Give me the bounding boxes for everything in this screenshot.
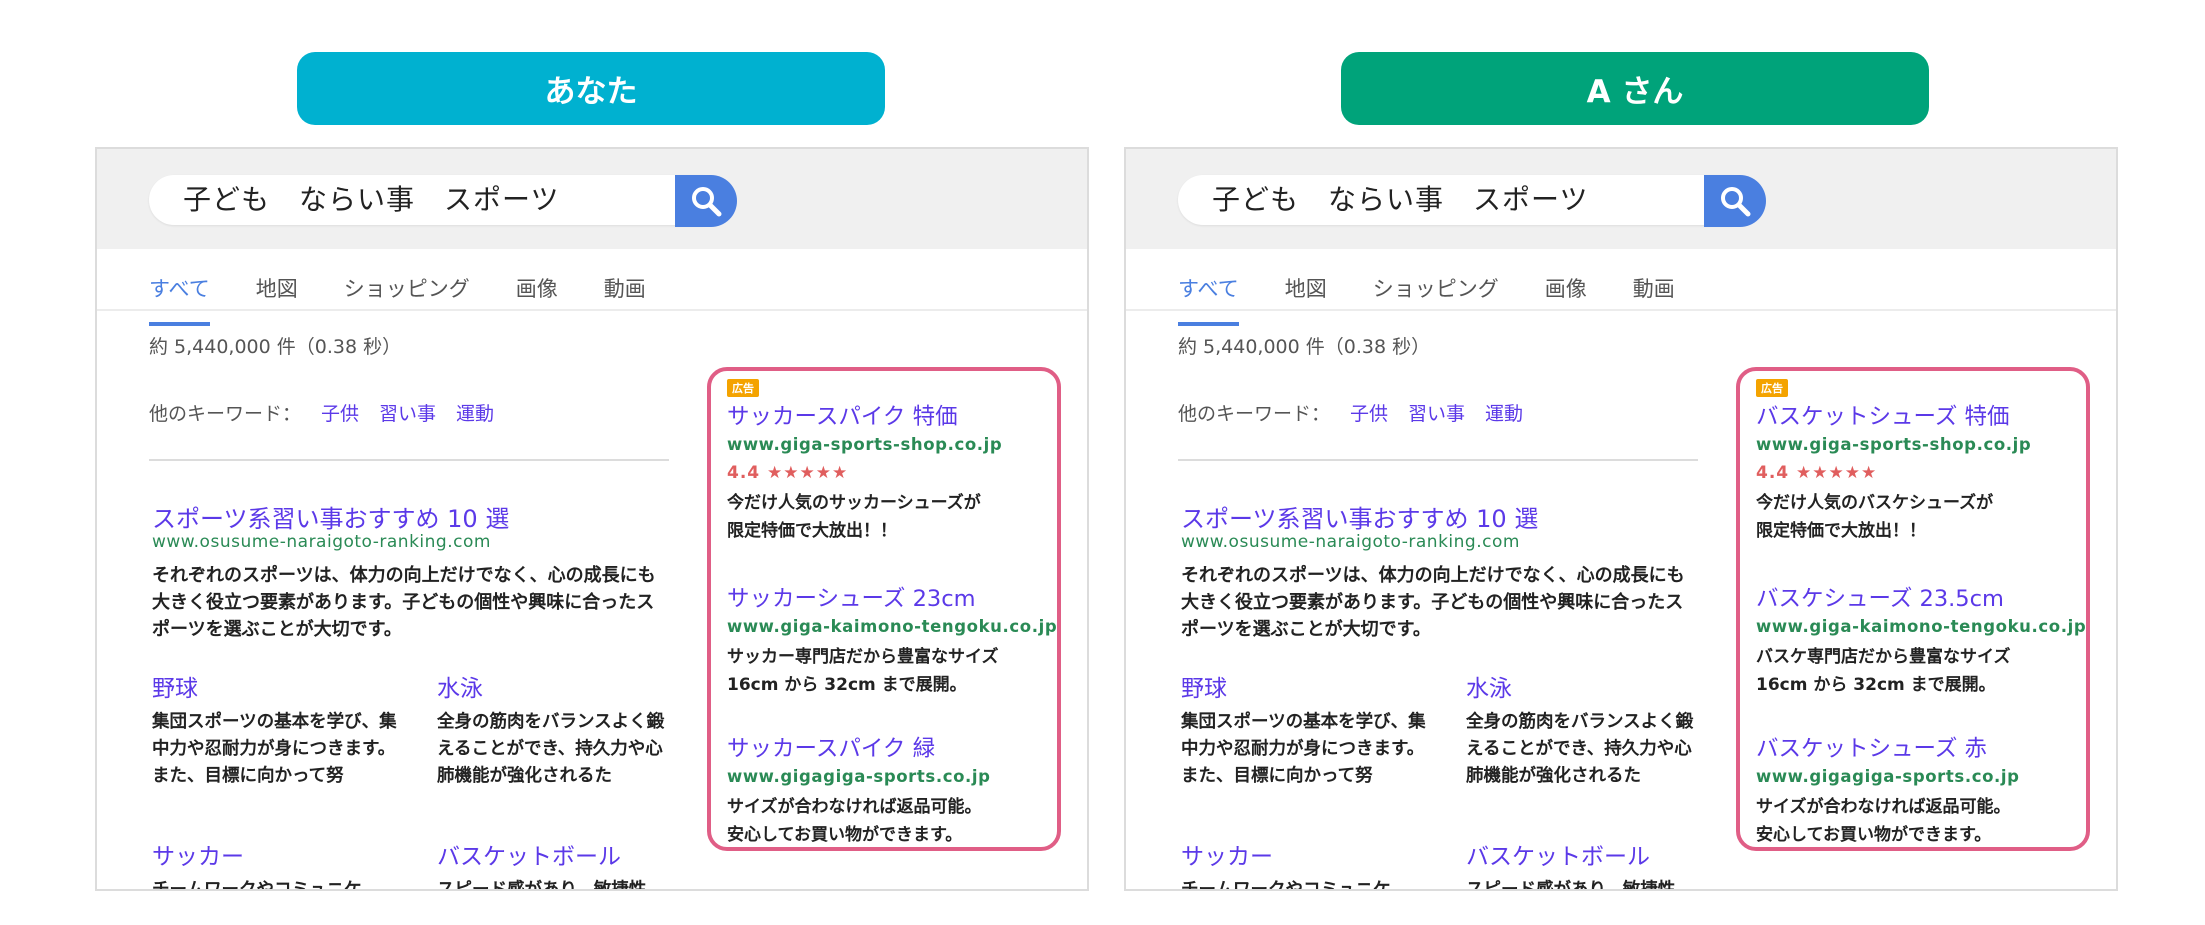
sub-result-title[interactable]: 水泳 [1466, 669, 1512, 703]
ad-desc-line: バスケ専門店だから豊富なサイズ [1756, 647, 2011, 667]
search-query: 子ども ならい事 スポーツ [1212, 183, 1589, 216]
result-url: www.osusume-naraigoto-ranking.com [152, 532, 491, 552]
search-page-you: 子ども ならい事 スポーツ すべて 地図 ショッピング 画像 動画 約 5,44… [95, 147, 1089, 891]
sub-result-snippet: スピード感があり、敏捷性 [437, 880, 647, 891]
sub-result-title[interactable]: 野球 [152, 669, 198, 703]
result-snippet: それぞれのスポーツは、体力の向上だけでなく、心の成長にも大きく役立つ要素がありま… [152, 565, 656, 640]
ad-desc-line: 今だけ人気のサッカーシューズが [727, 493, 981, 513]
keyword-link[interactable]: 運動 [456, 399, 494, 426]
ad-block: 広告 バスケットシューズ 特価 www.giga-sports-shop.co.… [1736, 367, 2090, 851]
tab-maps[interactable]: 地図 [1285, 264, 1327, 324]
search-tabs: すべて 地図 ショッピング 画像 動画 [1178, 264, 1721, 326]
ad-desc-line: 安心してお買い物ができます。 [1756, 825, 1992, 845]
search-header: 子ども ならい事 スポーツ [97, 149, 1087, 249]
ad-rating: 4.4 ★★★★★ [727, 463, 849, 483]
ad-desc-line: サッカー専門店だから豊富なサイズ [727, 647, 999, 667]
sub-result-title[interactable]: サッカー [1181, 837, 1273, 871]
sub-result-snippet: 全身の筋肉をバランスよく鍛えることができ、持久力や心肺機能が強化されるた [1466, 712, 1694, 786]
panel-label-a: A さん [1341, 52, 1929, 125]
sub-result-title[interactable]: 水泳 [437, 669, 483, 703]
ad-title-link[interactable]: サッカースパイク 特価 [727, 399, 958, 431]
search-tabs: すべて 地図 ショッピング 画像 動画 [149, 264, 692, 326]
ad-badge: 広告 [1756, 379, 1788, 397]
ad-rating: 4.4 ★★★★★ [1756, 463, 1878, 483]
sub-result-snippet: チームワークやコミュニケ [1181, 880, 1391, 891]
tab-images[interactable]: 画像 [1545, 264, 1587, 324]
ad-desc-line: 16cm から 32cm まで展開。 [1756, 675, 1996, 695]
result-title-link[interactable]: スポーツ系習い事おすすめ 10 選 [1181, 499, 1538, 534]
sub-result-title[interactable]: バスケットボール [437, 837, 621, 871]
ad-url: www.gigagiga-sports.co.jp [1756, 767, 2020, 786]
result-title-link[interactable]: スポーツ系習い事おすすめ 10 選 [152, 499, 509, 534]
sub-result-snippet: 集団スポーツの基本を学び、集中力や忍耐力が身につきます。また、目標に向かって努 [1181, 712, 1426, 786]
tab-videos[interactable]: 動画 [1633, 264, 1675, 324]
ad-desc-line: 16cm から 32cm まで展開。 [727, 675, 967, 695]
ad-desc-line: 今だけ人気のバスケシューズが [1756, 493, 1994, 513]
other-keywords: 他のキーワード： 子供 習い事 運動 [1178, 399, 1523, 426]
tab-shopping[interactable]: ショッピング [344, 264, 470, 324]
ad-title-link[interactable]: バスケットシューズ 赤 [1756, 731, 1987, 763]
result-count: 約 5,440,000 件（0.38 秒） [149, 336, 402, 358]
keyword-link[interactable]: 習い事 [379, 399, 436, 426]
ad-url: www.giga-kaimono-tengoku.co.jp [727, 617, 1058, 636]
ad-desc-line: 限定特価で大放出！！ [1756, 521, 1926, 541]
sub-result-title[interactable]: サッカー [152, 837, 244, 871]
other-keywords-label: 他のキーワード： [1178, 403, 1331, 425]
sub-result-snippet: 集団スポーツの基本を学び、集中力や忍耐力が身につきます。また、目標に向かって努 [152, 712, 397, 786]
divider [149, 459, 669, 461]
ad-desc-line: サイズが合わなければ返品可能。 [1756, 797, 2011, 817]
sub-result-title[interactable]: 野球 [1181, 669, 1227, 703]
result-url: www.osusume-naraigoto-ranking.com [1181, 532, 1520, 552]
ad-desc-line: 限定特価で大放出！！ [727, 521, 897, 541]
divider [1178, 459, 1698, 461]
tab-images[interactable]: 画像 [516, 264, 558, 324]
ad-badge: 広告 [727, 379, 759, 397]
panel-label-you: あなた [297, 52, 885, 125]
search-query: 子ども ならい事 スポーツ [183, 183, 560, 216]
ad-desc-line: 安心してお買い物ができます。 [727, 825, 963, 845]
search-button[interactable] [675, 175, 737, 227]
search-header: 子ども ならい事 スポーツ [1126, 149, 2116, 249]
ad-title-link[interactable]: サッカースパイク 緑 [727, 731, 935, 763]
ad-block: 広告 サッカースパイク 特価 www.giga-sports-shop.co.j… [707, 367, 1061, 851]
tab-maps[interactable]: 地図 [256, 264, 298, 324]
other-keywords: 他のキーワード： 子供 習い事 運動 [149, 399, 494, 426]
ad-url: www.giga-kaimono-tengoku.co.jp [1756, 617, 2087, 636]
tab-all[interactable]: すべて [149, 264, 210, 326]
search-icon [1721, 187, 1751, 217]
ad-title-link[interactable]: バスケシューズ 23.5cm [1756, 581, 2004, 613]
keyword-link[interactable]: 運動 [1485, 399, 1523, 426]
tab-all[interactable]: すべて [1178, 264, 1239, 326]
tabs-divider [97, 309, 1087, 311]
sub-result-title[interactable]: バスケットボール [1466, 837, 1650, 871]
ad-url: www.giga-sports-shop.co.jp [727, 435, 1003, 454]
result-snippet: それぞれのスポーツは、体力の向上だけでなく、心の成長にも大きく役立つ要素がありま… [1181, 565, 1685, 640]
ad-url: www.gigagiga-sports.co.jp [727, 767, 991, 786]
search-input[interactable]: 子ども ならい事 スポーツ [149, 175, 727, 225]
ad-desc-line: サイズが合わなければ返品可能。 [727, 797, 982, 817]
search-page-a: 子ども ならい事 スポーツ すべて 地図 ショッピング 画像 動画 約 5,44… [1124, 147, 2118, 891]
keyword-link[interactable]: 習い事 [1408, 399, 1465, 426]
result-count: 約 5,440,000 件（0.38 秒） [1178, 336, 1431, 358]
ad-url: www.giga-sports-shop.co.jp [1756, 435, 2032, 454]
tab-videos[interactable]: 動画 [604, 264, 646, 324]
keyword-link[interactable]: 子供 [1350, 399, 1388, 426]
ad-title-link[interactable]: サッカーシューズ 23cm [727, 581, 976, 613]
keyword-link[interactable]: 子供 [321, 399, 359, 426]
sub-result-snippet: チームワークやコミュニケ [152, 880, 362, 891]
other-keywords-label: 他のキーワード： [149, 403, 302, 425]
tab-shopping[interactable]: ショッピング [1373, 264, 1499, 324]
sub-result-snippet: スピード感があり、敏捷性 [1466, 880, 1676, 891]
search-input[interactable]: 子ども ならい事 スポーツ [1178, 175, 1756, 225]
sub-result-snippet: 全身の筋肉をバランスよく鍛えることができ、持久力や心肺機能が強化されるた [437, 712, 665, 786]
tabs-divider [1126, 309, 2116, 311]
search-button[interactable] [1704, 175, 1766, 227]
search-icon [692, 187, 722, 217]
ad-title-link[interactable]: バスケットシューズ 特価 [1756, 399, 2010, 431]
